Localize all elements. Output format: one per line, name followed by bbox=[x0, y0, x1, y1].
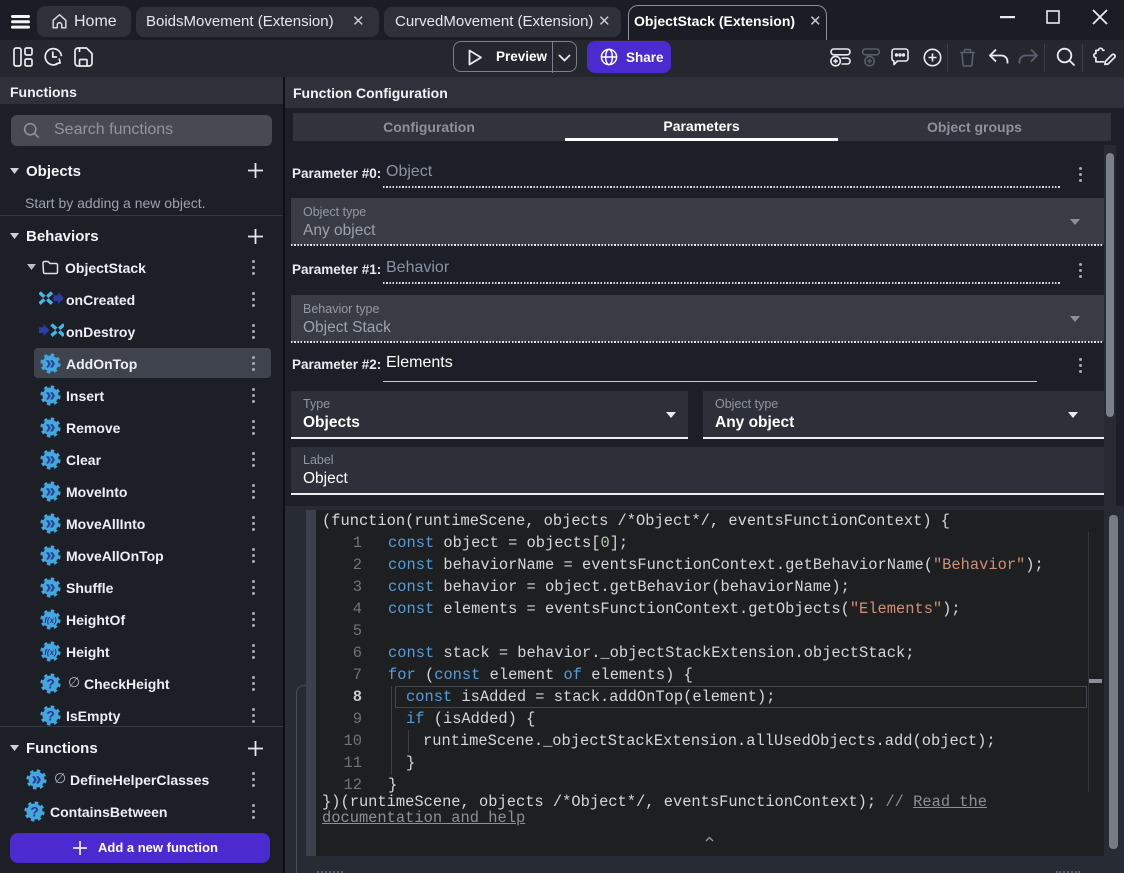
svg-text:?: ? bbox=[46, 708, 55, 724]
svg-text:?: ? bbox=[46, 676, 55, 692]
svg-text:»: » bbox=[45, 545, 55, 565]
svg-text:»: » bbox=[31, 769, 41, 789]
svg-text:»: » bbox=[45, 417, 55, 437]
svg-text:f(x): f(x) bbox=[44, 648, 57, 657]
svg-text:»: » bbox=[45, 449, 55, 469]
svg-text:?: ? bbox=[30, 804, 39, 820]
svg-text:»: » bbox=[45, 577, 55, 597]
svg-text:»: » bbox=[45, 385, 55, 405]
svg-text:f(x): f(x) bbox=[44, 616, 57, 625]
svg-text:»: » bbox=[45, 513, 55, 533]
svg-text:»: » bbox=[45, 481, 55, 501]
svg-text:»: » bbox=[45, 353, 55, 373]
